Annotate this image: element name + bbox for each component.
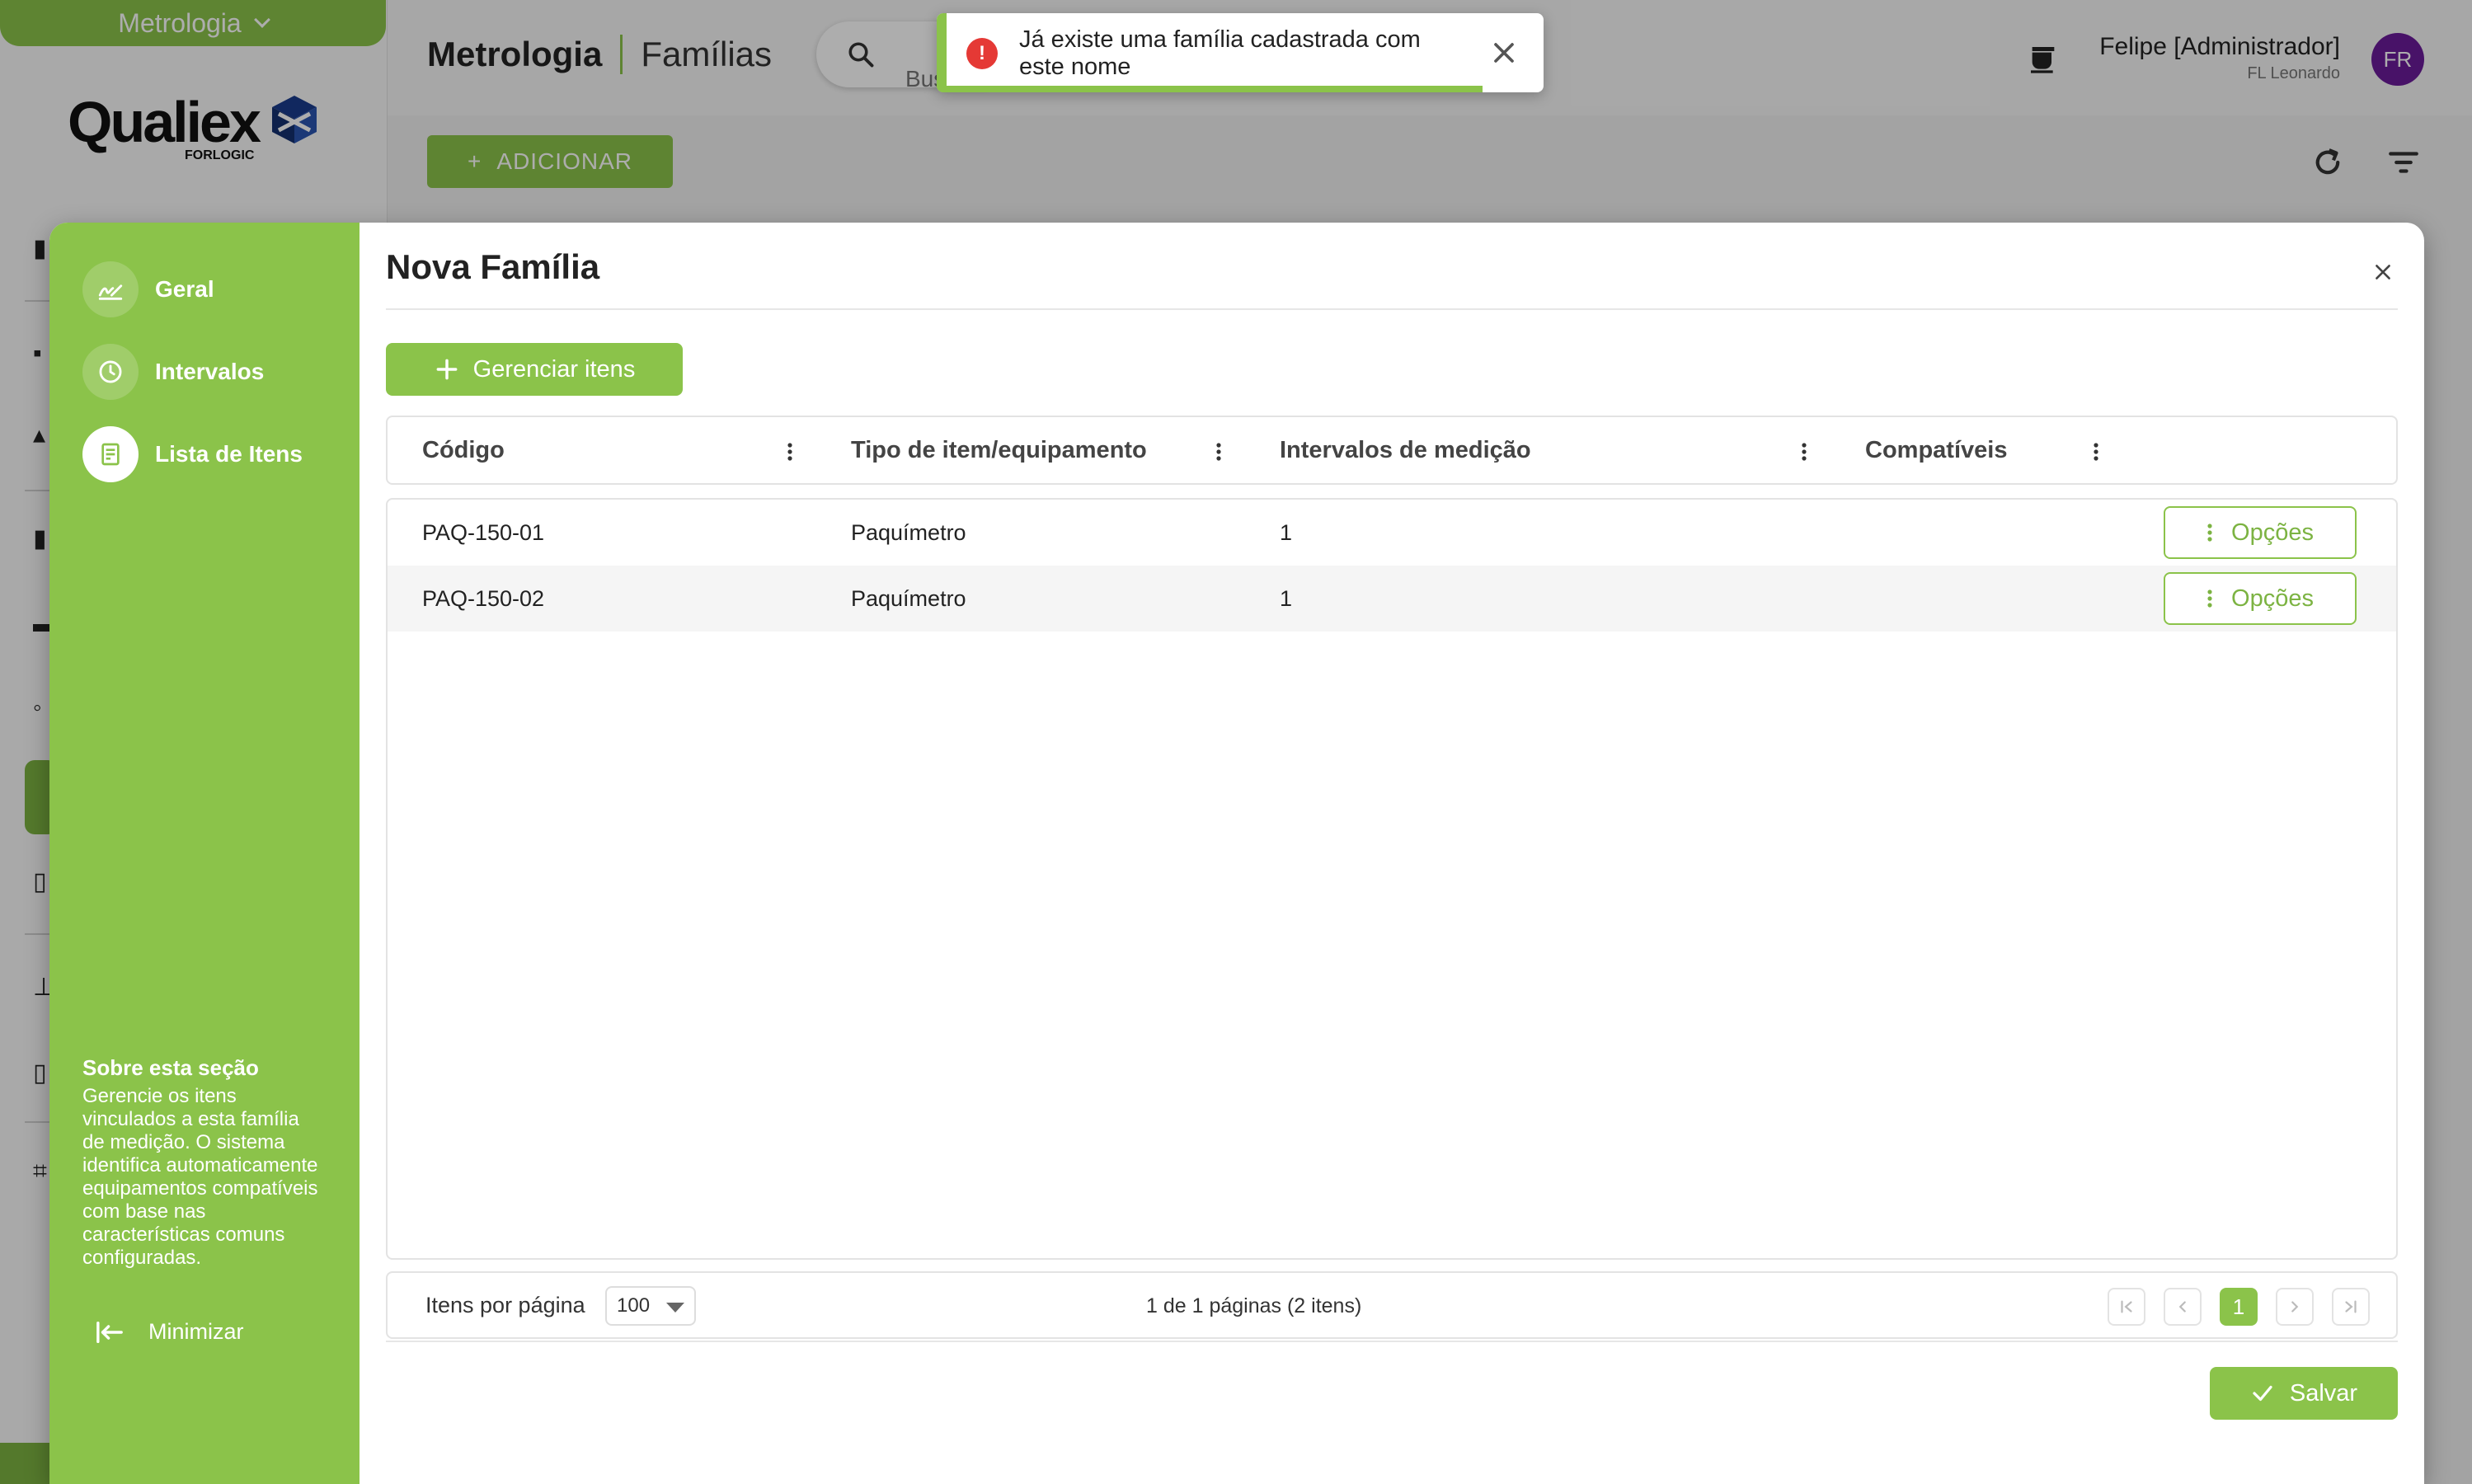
collapse-left-icon	[96, 1321, 123, 1343]
next-page-button[interactable]	[2276, 1288, 2314, 1326]
nav-tab-intervalos[interactable]: Intervalos	[82, 343, 346, 401]
modal-content: Nova Família Gerenciar itens Código Tipo…	[360, 223, 2424, 1484]
error-icon: !	[966, 38, 998, 69]
nav-tab-label: Geral	[155, 276, 214, 302]
cell-intervals: 1	[1280, 585, 1293, 611]
table-header: Código Tipo de item/equipamento Interval…	[386, 416, 2398, 485]
column-menu-icon[interactable]	[787, 442, 793, 462]
cell-code: PAQ-150-01	[422, 519, 545, 545]
first-page-button[interactable]	[2108, 1288, 2145, 1326]
cell-type: Paquímetro	[851, 585, 966, 611]
more-vertical-icon	[2207, 524, 2212, 542]
cell-code: PAQ-150-02	[422, 585, 545, 611]
table-row[interactable]: PAQ-150-01 Paquímetro 1 Opções	[388, 500, 2396, 566]
toast-progress-bar	[937, 86, 1483, 92]
save-button[interactable]: Salvar	[2210, 1367, 2398, 1420]
toast-message: Já existe uma família cadastrada com est…	[1019, 26, 1421, 80]
new-family-modal: Geral Intervalos Lista de Itens Sobre es…	[49, 223, 2424, 1484]
items-per-page-value: 100	[617, 1294, 651, 1317]
chevron-left-icon	[2178, 1301, 2186, 1313]
previous-page-button[interactable]	[2164, 1288, 2202, 1326]
more-vertical-icon	[2207, 589, 2212, 608]
minimize-label: Minimizar	[148, 1319, 244, 1344]
options-label: Opções	[2231, 519, 2314, 546]
last-page-icon	[2345, 1300, 2357, 1313]
nav-tab-label: Intervalos	[155, 359, 265, 384]
close-icon	[2376, 265, 2390, 279]
modal-side-nav: Geral Intervalos Lista de Itens Sobre es…	[49, 223, 360, 1484]
manage-items-label: Gerenciar itens	[472, 355, 636, 383]
section-about-text: Gerencie os itens vinculados a esta famí…	[82, 1085, 318, 1269]
options-button[interactable]: Opções	[2164, 572, 2357, 625]
check-icon	[2253, 1385, 2272, 1402]
column-header-compatible[interactable]: Compatíveis	[1865, 417, 2007, 483]
clock-icon	[82, 344, 139, 400]
items-per-page-select[interactable]: 100	[605, 1286, 696, 1326]
plus-icon	[436, 359, 458, 380]
column-menu-icon[interactable]	[1215, 442, 1222, 462]
column-header-code[interactable]: Código	[422, 417, 505, 483]
toast-accent-bar	[937, 13, 947, 92]
table-body: PAQ-150-01 Paquímetro 1 Opções PAQ-150-0…	[386, 498, 2398, 1260]
nav-tab-label: Lista de Itens	[155, 441, 303, 467]
manage-items-button[interactable]: Gerenciar itens	[386, 343, 683, 396]
page-number-button[interactable]: 1	[2220, 1288, 2258, 1326]
table-row[interactable]: PAQ-150-02 Paquímetro 1 Opções	[388, 566, 2396, 632]
footer-divider	[386, 1341, 2398, 1342]
title-divider	[386, 308, 2398, 310]
options-label: Opções	[2231, 585, 2314, 612]
list-doc-icon	[82, 426, 139, 482]
chevron-right-icon	[2291, 1301, 2299, 1313]
items-per-page-label: Itens por página	[425, 1293, 585, 1317]
cell-intervals: 1	[1280, 519, 1293, 545]
close-icon[interactable]	[1487, 36, 1520, 69]
options-button[interactable]: Opções	[2164, 506, 2357, 559]
column-menu-icon[interactable]	[2093, 442, 2099, 462]
last-page-button[interactable]	[2332, 1288, 2370, 1326]
modal-close-button[interactable]	[2362, 251, 2404, 294]
pagination-info: 1 de 1 páginas (2 itens)	[1146, 1294, 1362, 1317]
nav-tab-lista-de-itens[interactable]: Lista de Itens	[82, 425, 346, 483]
error-toast: ! Já existe uma família cadastrada com e…	[937, 13, 1544, 92]
column-menu-icon[interactable]	[1801, 442, 1807, 462]
save-label: Salvar	[2289, 1379, 2358, 1407]
minimize-button[interactable]: Minimizar	[96, 1319, 244, 1345]
cell-type: Paquímetro	[851, 519, 966, 545]
nav-tab-geral[interactable]: Geral	[82, 261, 346, 318]
first-page-icon	[2121, 1300, 2132, 1313]
pagination-bar: Itens por página 100 1 de 1 páginas (2 i…	[386, 1271, 2398, 1339]
column-header-intervals[interactable]: Intervalos de medição	[1280, 417, 1531, 483]
modal-title: Nova Família	[386, 247, 600, 286]
signature-icon	[82, 261, 139, 317]
column-header-type[interactable]: Tipo de item/equipamento	[851, 417, 1147, 483]
section-about-title: Sobre esta seção	[82, 1055, 259, 1080]
dropdown-arrow-icon	[666, 1303, 684, 1313]
